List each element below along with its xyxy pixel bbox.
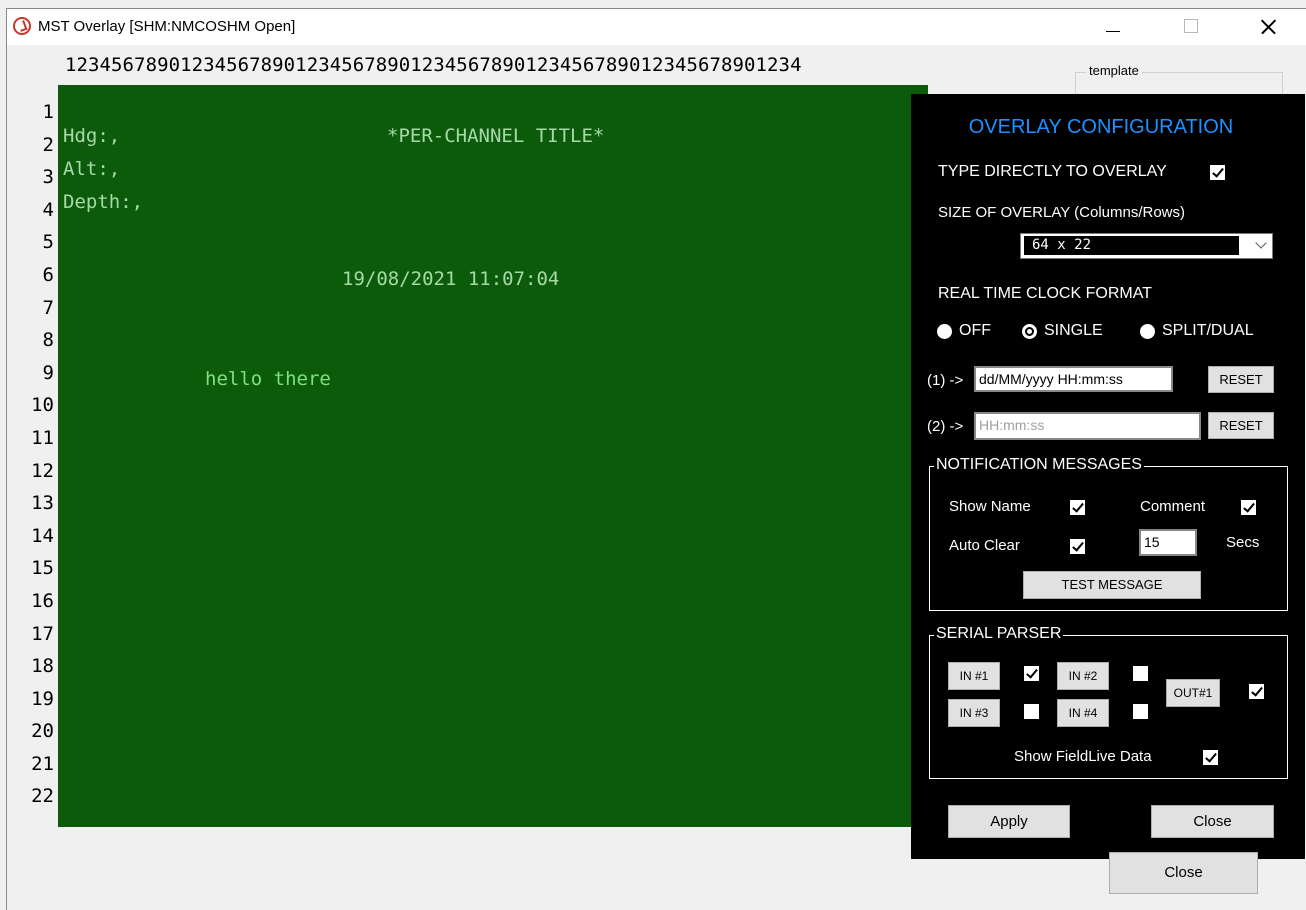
fieldlive-checkbox[interactable] [1203, 750, 1218, 765]
in1-button[interactable]: IN #1 [948, 662, 1000, 690]
show-name-checkbox[interactable] [1070, 500, 1085, 515]
size-select-value: 64 x 22 [1024, 236, 1239, 255]
overlay-config-panel: OVERLAY CONFIGURATION TYPE DIRECTLY TO O… [911, 94, 1305, 859]
row-number: 9 [42, 361, 54, 384]
clock-off-label: OFF [959, 322, 991, 339]
notification-group: NOTIFICATION MESSAGES Show Name Comment … [929, 456, 1288, 611]
row-number: 5 [42, 231, 54, 254]
in1-checkbox[interactable] [1024, 666, 1039, 681]
row-number: 1 [42, 101, 54, 123]
overlay-altitude-field: Alt:, [63, 158, 121, 180]
type-direct-label: TYPE DIRECTLY TO OVERLAY [938, 163, 1167, 180]
format2-input[interactable]: HH:mm:ss [974, 412, 1201, 440]
comment-checkbox[interactable] [1241, 500, 1256, 515]
show-name-label: Show Name [949, 498, 1031, 515]
row-number: 19 [31, 687, 54, 710]
clock-single-label: SINGLE [1044, 322, 1103, 339]
overlay-preview[interactable]: Hdg:, *PER-CHANNEL TITLE* Alt:, Depth:, … [58, 85, 928, 827]
row-number: 20 [31, 720, 54, 743]
config-title: OVERLAY CONFIGURATION [968, 116, 1234, 138]
in4-button[interactable]: IN #4 [1057, 699, 1109, 727]
clear-secs-input[interactable]: 15 [1139, 529, 1197, 556]
size-label: SIZE OF OVERLAY (Columns/Rows) [938, 204, 1186, 221]
config-close-button[interactable]: Close [1151, 805, 1274, 838]
secs-label: Secs [1226, 534, 1260, 551]
row-number: 7 [42, 296, 54, 319]
reset2-button[interactable]: RESET [1208, 412, 1274, 439]
row-number: 11 [31, 426, 54, 449]
format1-label: (1) -> [927, 372, 964, 389]
row-number: 14 [31, 524, 54, 547]
in3-button[interactable]: IN #3 [948, 699, 1000, 727]
clock-off-radio[interactable] [937, 324, 952, 339]
format1-input[interactable]: dd/MM/yyyy HH:mm:ss [974, 366, 1173, 392]
clock-split-label: SPLIT/DUAL [1162, 322, 1254, 339]
clock-format-label: REAL TIME CLOCK FORMAT [938, 285, 1152, 302]
serial-legend: SERIAL PARSER [934, 625, 1064, 643]
fieldlive-label: Show FieldLive Data [1014, 748, 1152, 765]
row-number: 13 [31, 492, 54, 515]
overlay-message-text: hello there [205, 368, 331, 390]
clock-split-radio[interactable] [1140, 324, 1155, 339]
row-number: 22 [31, 785, 54, 808]
overlay-depth-field: Depth:, [63, 191, 144, 213]
row-number: 4 [42, 198, 54, 221]
in2-checkbox[interactable] [1133, 666, 1148, 681]
reset1-button[interactable]: RESET [1208, 366, 1274, 393]
row-number: 12 [31, 459, 54, 482]
maximize-icon[interactable] [1167, 9, 1213, 45]
minimize-icon[interactable] [1089, 9, 1135, 45]
apply-button[interactable]: Apply [948, 805, 1070, 838]
row-number: 21 [31, 752, 54, 775]
close-button[interactable]: Close [1109, 852, 1258, 894]
row-number: 8 [42, 329, 54, 352]
format2-label: (2) -> [927, 418, 964, 435]
title-bar[interactable]: MST Overlay [SHM:NMCOSHM Open] [7, 9, 1306, 45]
column-ruler: 1234567890123456789012345678901234567890… [65, 54, 802, 76]
template-label: template [1086, 63, 1142, 78]
overlay-heading-field: Hdg:, [63, 125, 121, 147]
row-number: 15 [31, 557, 54, 580]
chevron-down-icon [1255, 237, 1267, 249]
size-select[interactable]: 64 x 22 [1020, 233, 1273, 259]
out1-button[interactable]: OUT#1 [1166, 679, 1220, 707]
test-message-button[interactable]: TEST MESSAGE [1023, 571, 1201, 599]
row-number: 3 [42, 166, 54, 189]
overlay-clock: 19/08/2021 11:07:04 [342, 268, 560, 290]
overlay-channel-title: *PER-CHANNEL TITLE* [387, 125, 605, 147]
auto-clear-checkbox[interactable] [1070, 539, 1085, 554]
type-direct-checkbox[interactable] [1210, 165, 1225, 180]
out1-checkbox[interactable] [1249, 684, 1264, 699]
serial-parser-group: SERIAL PARSER IN #1 IN #2 OUT#1 IN #3 IN… [929, 625, 1288, 779]
row-number-list: 1 2 3 4 5 6 7 8 9 10 11 12 13 14 15 16 1… [18, 96, 54, 813]
in3-checkbox[interactable] [1024, 704, 1039, 719]
window-title: MST Overlay [SHM:NMCOSHM Open] [38, 18, 296, 35]
row-number: 10 [31, 394, 54, 417]
row-number: 16 [31, 589, 54, 612]
in2-button[interactable]: IN #2 [1057, 662, 1109, 690]
app-logo-icon [13, 17, 31, 35]
notification-legend: NOTIFICATION MESSAGES [934, 456, 1144, 474]
comment-label: Comment [1140, 498, 1206, 515]
auto-clear-label: Auto Clear [949, 537, 1020, 554]
clock-single-radio[interactable] [1022, 324, 1037, 339]
row-number: 18 [31, 655, 54, 678]
in4-checkbox[interactable] [1133, 704, 1148, 719]
row-number: 2 [42, 133, 54, 156]
close-window-icon[interactable] [1245, 9, 1291, 45]
row-number: 6 [42, 263, 54, 286]
row-number: 17 [31, 622, 54, 645]
